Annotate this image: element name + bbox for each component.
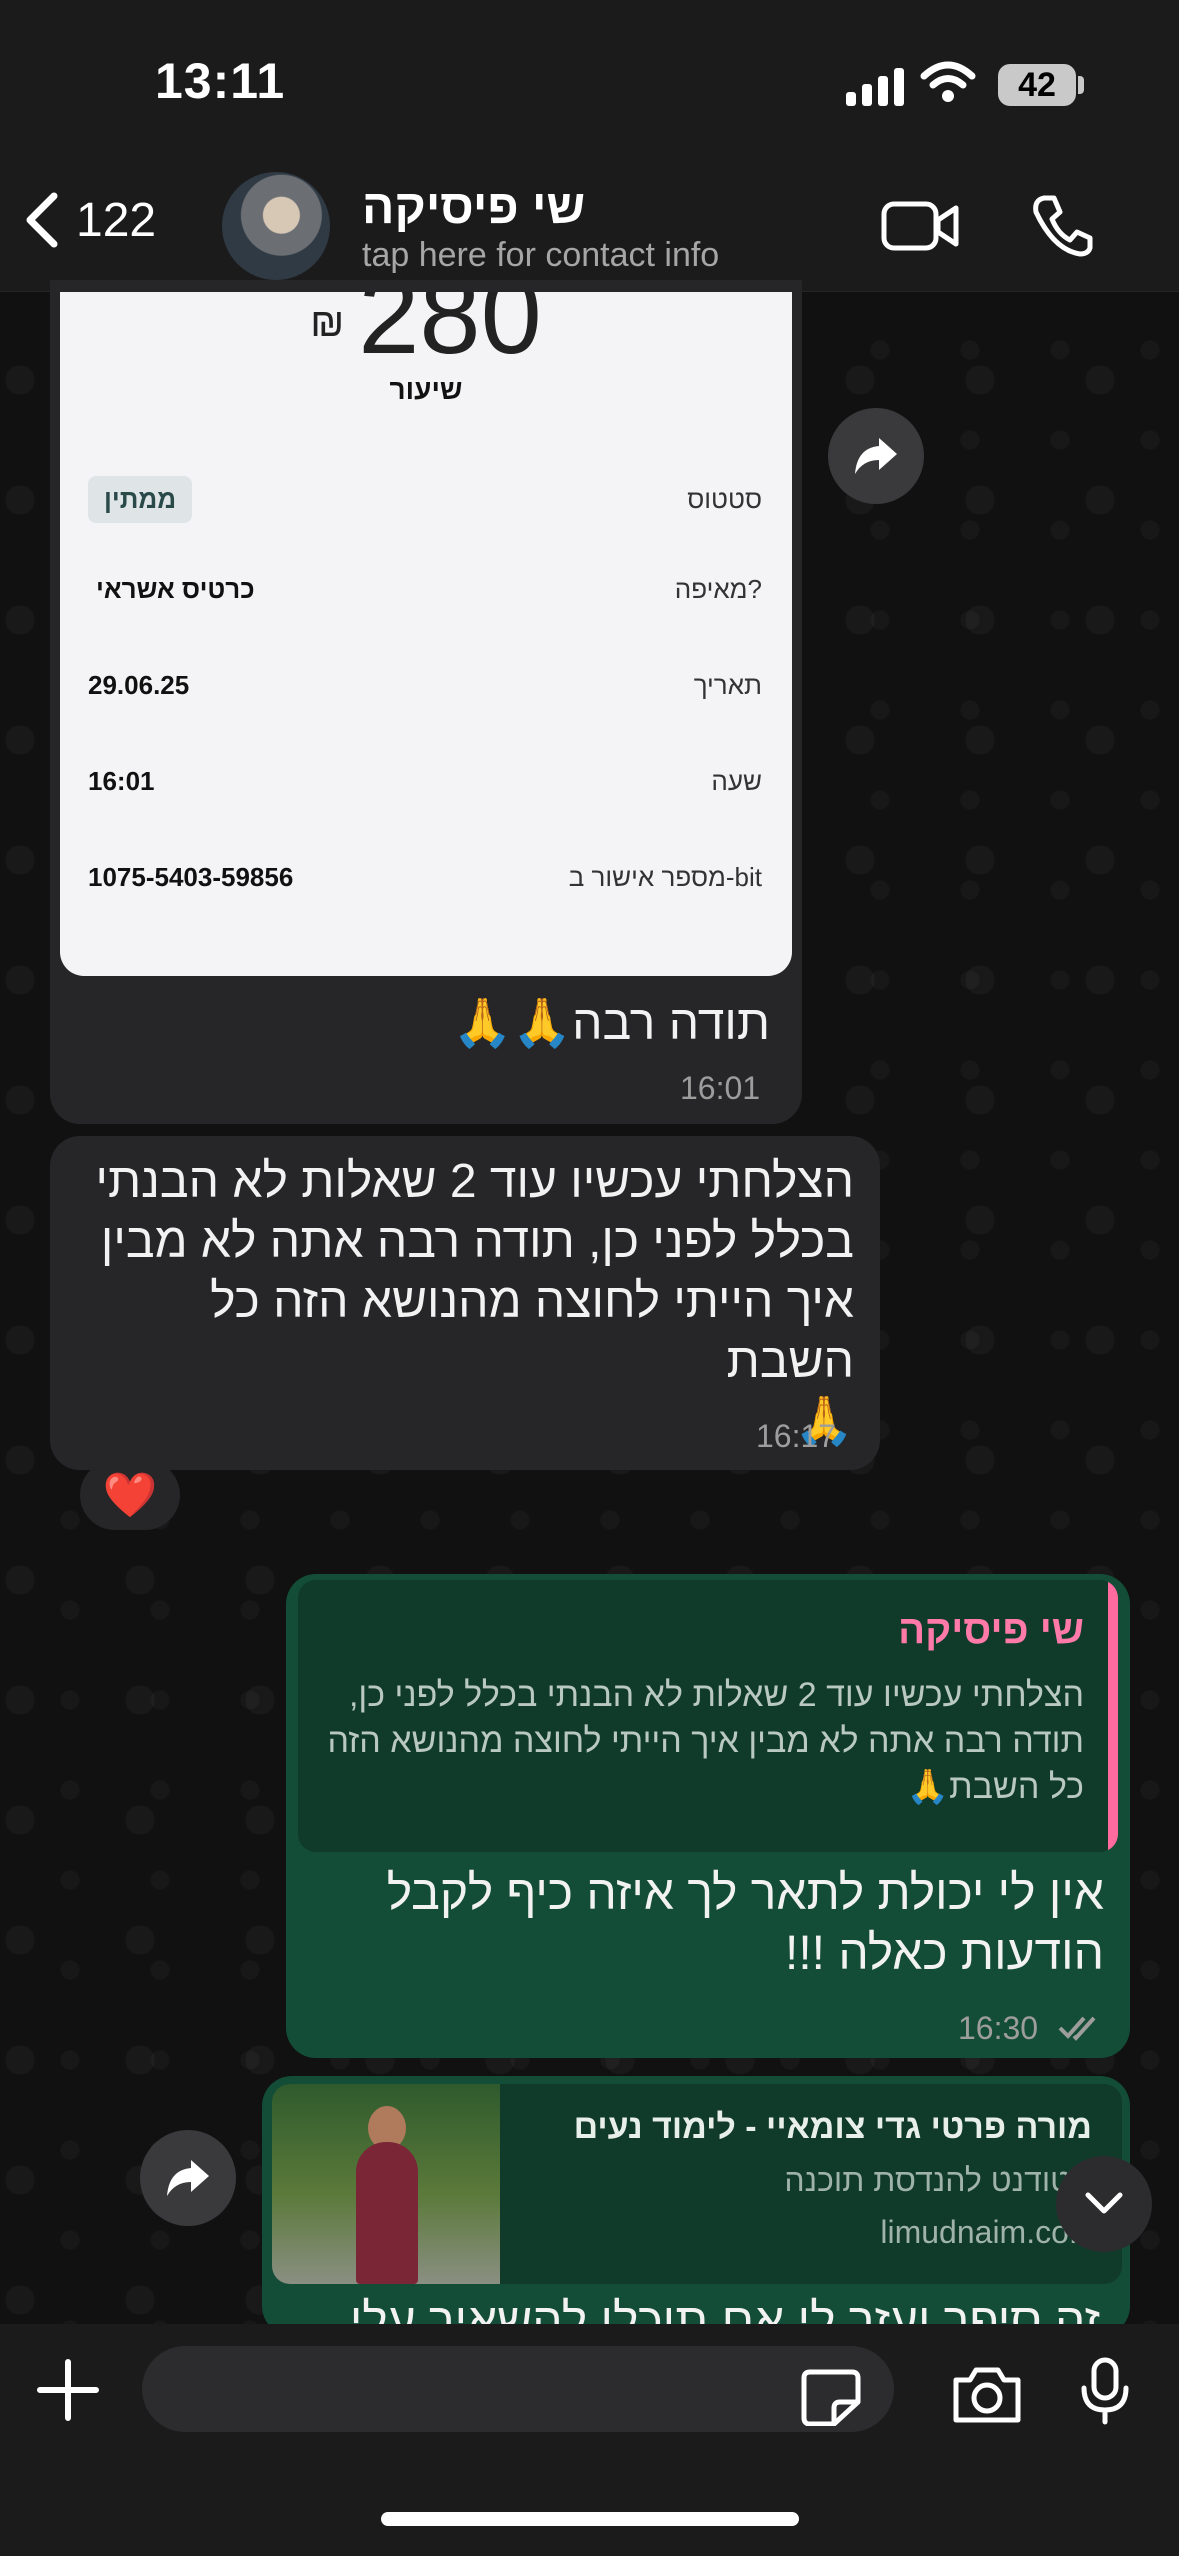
battery-tip	[1078, 76, 1084, 94]
row-value: 1075-5403-59856	[88, 862, 294, 892]
receipt-caption: תודה רבה🙏🙏	[452, 997, 770, 1050]
message-time: 16:17	[756, 1418, 837, 1454]
receipt-row-date: 29.06.25 תאריך	[88, 670, 762, 701]
quoted-reply[interactable]: שי פיסיקה הצלחתי עכשיו עוד 2 שאלות לא הב…	[298, 1580, 1118, 1852]
partial-message-text: זה סיפר ועזר לי אם תוכלו להשאיר עלי	[349, 2295, 1100, 2324]
camera-icon[interactable]	[950, 2364, 1024, 2426]
forward-button[interactable]	[140, 2130, 236, 2226]
double-check-read-icon	[1058, 2016, 1096, 2041]
contact-name[interactable]: שי פיסיקה	[362, 180, 585, 235]
reaction-heart[interactable]: ❤️	[80, 1460, 180, 1530]
row-label: תאריך	[693, 670, 762, 700]
link-title: מורה פרטי גדי צומאיי - לימוד נעים	[573, 2108, 1092, 2146]
receipt-amount: ₪ 280	[60, 292, 792, 379]
quote-accent-bar	[1108, 1580, 1118, 1852]
plus-icon[interactable]	[36, 2358, 100, 2422]
receipt-row-source: כרטיס אשראי מאיפה?	[88, 574, 762, 605]
row-label: מספר אישור ב-bit	[568, 862, 762, 892]
cellular-signal-icon	[846, 66, 904, 106]
row-label: סטטוס	[687, 484, 762, 514]
currency-symbol: ₪	[310, 301, 345, 346]
message-line: הודעות כאלה !!!	[784, 1927, 1104, 1980]
forward-button[interactable]	[828, 408, 924, 504]
contact-info-hint[interactable]: tap here for contact info	[362, 236, 719, 275]
chevron-left-icon	[26, 192, 58, 248]
chat-header: 122 שי פיסיקה tap here for contact info	[0, 160, 1179, 292]
message-time: 16:01	[680, 1070, 761, 1106]
receipt-row-time: 16:01 שעה	[88, 766, 762, 797]
sticker-icon[interactable]	[800, 2368, 862, 2426]
chevron-down-icon	[1085, 2192, 1123, 2214]
battery-icon: 42	[998, 64, 1076, 106]
link-thumbnail	[272, 2084, 500, 2284]
message-line: הצלחתי עכשיו עוד 2 שאלות לא הבנתי	[95, 1155, 854, 1208]
avatar[interactable]	[222, 172, 330, 280]
back-button[interactable]: 122	[22, 190, 156, 250]
status-badge: ממתין	[88, 476, 193, 523]
message-input[interactable]	[142, 2346, 894, 2432]
message-line: 🙏	[794, 1395, 854, 1448]
message-text: הצלחתי עכשיו עוד 2 שאלות לא הבנתי בכלל ל…	[74, 1152, 854, 1452]
forward-icon	[167, 2160, 209, 2196]
wifi-icon	[920, 61, 976, 102]
message-line: בכלל לפני כן, תודה רבה אתה לא מבין	[100, 1215, 854, 1268]
amount-value: 280	[358, 292, 542, 377]
message-line: אין לי יכולת לתאר לך איזה כיף לקבל	[386, 1867, 1104, 1920]
scroll-to-bottom-button[interactable]	[1056, 2156, 1152, 2252]
unread-count: 122	[76, 193, 157, 247]
quote-author: שי פיסיקה	[898, 1608, 1084, 1652]
status-bar: 13:11 42	[0, 0, 1179, 160]
phone-call-icon[interactable]	[1030, 192, 1094, 258]
payment-receipt-card[interactable]: ₪ 280 שיעור ממתין סטטוס כרטיס אשראי מאיפה…	[60, 292, 792, 976]
thumbnail-person-body	[356, 2142, 418, 2284]
microphone-icon[interactable]	[1080, 2356, 1130, 2426]
row-value: כרטיס אשראי	[96, 574, 255, 604]
message-text: אין לי יכולת לתאר לך איזה כיף לקבל הודעו…	[320, 1864, 1104, 1984]
message-line: איך הייתי לחוצה מהנושא הזה כל השבת	[210, 1275, 854, 1388]
status-time: 13:11	[155, 53, 286, 109]
receipt-title: שיעור	[389, 374, 463, 405]
receipt-row-status: ממתין סטטוס	[88, 476, 762, 523]
incoming-message-bubble[interactable]: הצלחתי עכשיו עוד 2 שאלות לא הבנתי בכלל ל…	[50, 1136, 880, 1470]
message-time: 16:30	[958, 2010, 1039, 2046]
receipt-row-approval: 1075-5403-59856 מספר אישור ב-bit	[88, 862, 762, 893]
home-indicator	[381, 2512, 799, 2526]
row-label: מאיפה?	[674, 574, 762, 604]
row-label: שעה	[711, 766, 762, 796]
link-preview-card[interactable]: מורה פרטי גדי צומאיי - לימוד נעים סטודנט…	[272, 2084, 1122, 2284]
quote-text: הצלחתי עכשיו עוד 2 שאלות לא הבנתי בכלל ל…	[327, 1676, 1084, 1806]
row-value: 16:01	[88, 766, 155, 796]
link-description: סטודנט להנדסת תוכנה	[784, 2162, 1092, 2198]
row-value: 29.06.25	[88, 670, 190, 700]
forward-icon	[855, 438, 897, 474]
video-call-icon[interactable]	[880, 196, 960, 256]
